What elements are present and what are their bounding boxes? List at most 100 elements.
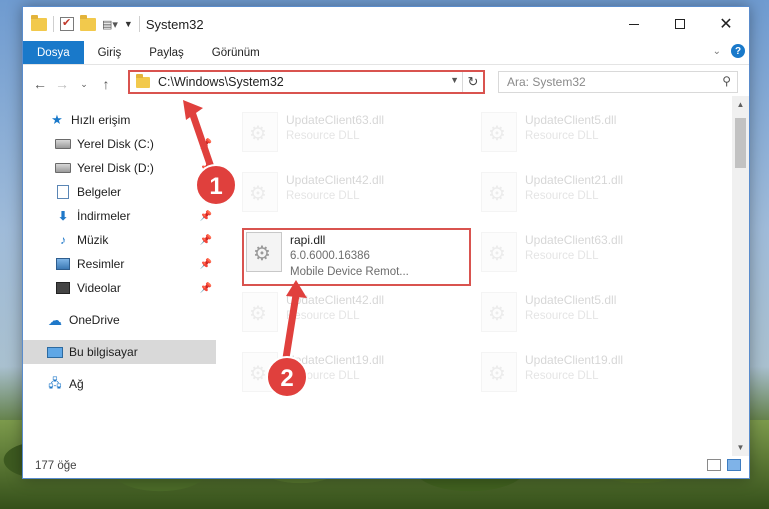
details-view-icon[interactable] [707, 459, 721, 471]
nav-drive-d[interactable]: Yerel Disk (D:) 📌 [23, 156, 216, 180]
maximize-button[interactable] [657, 7, 703, 41]
window-controls: ✕ [611, 7, 749, 41]
dll-file-icon [481, 232, 517, 272]
address-bar[interactable]: C:\Windows\System32 ▼ ↻ [128, 70, 485, 94]
scroll-up-icon[interactable]: ▲ [732, 96, 749, 113]
up-arrow-icon[interactable]: ↑ [95, 76, 117, 92]
pictures-icon [55, 257, 71, 271]
properties-icon[interactable] [60, 16, 74, 31]
nav-label: İndirmeler [77, 209, 131, 223]
file-item[interactable]: UpdateClient5.dll Resource DLL [481, 288, 706, 344]
nav-label: Resimler [77, 257, 125, 271]
pin-icon[interactable]: 📌 [200, 163, 212, 174]
customize-toolbar-icon[interactable]: ▤▾ [102, 18, 118, 31]
large-icons-view-icon[interactable] [727, 459, 741, 471]
file-item[interactable]: UpdateClient42.dll Resource DLL [242, 288, 467, 344]
nav-music[interactable]: ♪ Müzik 📌 [23, 228, 216, 252]
nav-drive-c[interactable]: Yerel Disk (C:) 📌 [23, 132, 216, 156]
divider [53, 16, 54, 32]
nav-label: Hızlı erişim [71, 113, 131, 127]
vertical-scrollbar[interactable]: ▲ ▼ [732, 96, 749, 456]
videos-icon [55, 281, 71, 295]
nav-network[interactable]: 🖧 Ağ [23, 372, 216, 396]
file-item[interactable]: UpdateClient63.dll Resource DLL [481, 228, 706, 284]
address-dropdown-icon[interactable]: ▼ [450, 75, 459, 85]
pin-icon[interactable]: 📌 [200, 139, 212, 150]
file-name: UpdateClient5.dll [525, 113, 617, 127]
dll-file-icon [242, 292, 278, 332]
scrollbar-thumb[interactable] [735, 118, 746, 168]
nav-label: Ağ [69, 377, 84, 391]
toolbar-dropdown-icon[interactable]: ▼ [124, 19, 133, 29]
minimize-button[interactable] [611, 7, 657, 41]
file-item[interactable]: UpdateClient21.dll Resource DLL [481, 168, 706, 224]
pin-icon[interactable]: 📌 [200, 235, 212, 246]
tab-file[interactable]: Dosya [23, 41, 84, 64]
file-description: Resource DLL [525, 250, 599, 262]
pin-icon[interactable]: 📌 [200, 259, 212, 270]
address-row: ← → ⌄ ↑ C:\Windows\System32 ▼ ↻ Ara: Sys… [23, 65, 749, 103]
nav-pictures[interactable]: Resimler 📌 [23, 252, 216, 276]
refresh-icon[interactable]: ↻ [462, 72, 483, 92]
folder-icon [31, 14, 47, 31]
recent-dropdown-icon[interactable]: ⌄ [73, 79, 95, 90]
tab-view[interactable]: Görünüm [198, 41, 274, 64]
file-item[interactable]: UpdateClient5.dll Resource DLL [481, 108, 706, 164]
divider [138, 16, 140, 32]
file-description: Resource DLL [525, 310, 599, 322]
file-description: Resource DLL [525, 190, 599, 202]
file-name: UpdateClient63.dll [525, 233, 624, 247]
tab-home[interactable]: Giriş [84, 41, 136, 64]
download-icon: ⬇ [57, 209, 69, 223]
file-name: UpdateClient42.dll [286, 173, 385, 187]
file-item[interactable]: UpdateClient19.dll Resource DLL [242, 348, 467, 404]
file-description: Resource DLL [286, 190, 360, 202]
back-arrow-icon[interactable]: ← [29, 76, 51, 92]
dll-file-icon [242, 172, 278, 212]
drive-icon [55, 161, 71, 175]
navigation-pane: ★ Hızlı erişim Yerel Disk (C:) 📌 Yerel D… [23, 106, 216, 456]
music-icon: ♪ [60, 233, 66, 247]
nav-this-pc[interactable]: Bu bilgisayar [23, 340, 216, 364]
highlight-box-file [242, 228, 471, 286]
nav-downloads[interactable]: ⬇ İndirmeler 📌 [23, 204, 216, 228]
explorer-window: ▤▾ ▼ System32 ✕ Dosya Giriş Paylaş Görün… [22, 6, 750, 479]
tab-share[interactable]: Paylaş [135, 41, 198, 64]
address-path[interactable]: C:\Windows\System32 [158, 75, 284, 89]
close-icon: ✕ [719, 16, 733, 33]
file-description: Resource DLL [525, 370, 599, 382]
pin-icon[interactable]: 📌 [200, 211, 212, 222]
file-name: UpdateClient42.dll [286, 293, 385, 307]
close-button[interactable]: ✕ [703, 7, 749, 41]
nav-videos[interactable]: Videolar 📌 [23, 276, 216, 300]
file-description: Resource DLL [286, 370, 360, 382]
quick-access-toolbar: ▤▾ ▼ [23, 14, 140, 32]
status-bar: 177 öğe [23, 454, 749, 478]
expand-ribbon-icon[interactable]: ⌄ [713, 46, 721, 57]
window-title: System32 [145, 16, 204, 32]
view-buttons [707, 459, 741, 471]
nav-label: Bu bilgisayar [69, 345, 138, 359]
search-input[interactable]: Ara: System32 ⚲ [498, 71, 738, 93]
cloud-icon: ☁ [48, 311, 62, 328]
forward-arrow-icon[interactable]: → [51, 76, 73, 92]
help-icon[interactable]: ? [731, 44, 745, 58]
file-description: Resource DLL [525, 130, 599, 142]
title-bar: ▤▾ ▼ System32 ✕ [23, 7, 749, 41]
star-icon: ★ [51, 112, 63, 127]
pin-icon[interactable]: 📌 [200, 283, 212, 294]
file-name: UpdateClient19.dll [525, 353, 624, 367]
nav-documents[interactable]: Belgeler 📌 [23, 180, 216, 204]
nav-label: Belgeler [77, 185, 122, 199]
ribbon-right: ⌄ ? [713, 44, 745, 58]
file-description: Resource DLL [286, 310, 360, 322]
nav-label: OneDrive [69, 313, 120, 327]
nav-label: Yerel Disk (C:) [77, 137, 154, 151]
pin-icon[interactable]: 📌 [200, 187, 212, 198]
file-item[interactable]: UpdateClient42.dll Resource DLL [242, 168, 467, 224]
file-item[interactable]: UpdateClient19.dll Resource DLL [481, 348, 706, 404]
new-folder-icon[interactable] [80, 14, 96, 31]
nav-onedrive[interactable]: ☁ OneDrive [23, 308, 216, 332]
file-item[interactable]: UpdateClient63.dll Resource DLL [242, 108, 467, 164]
nav-quick-access[interactable]: ★ Hızlı erişim [23, 108, 216, 132]
